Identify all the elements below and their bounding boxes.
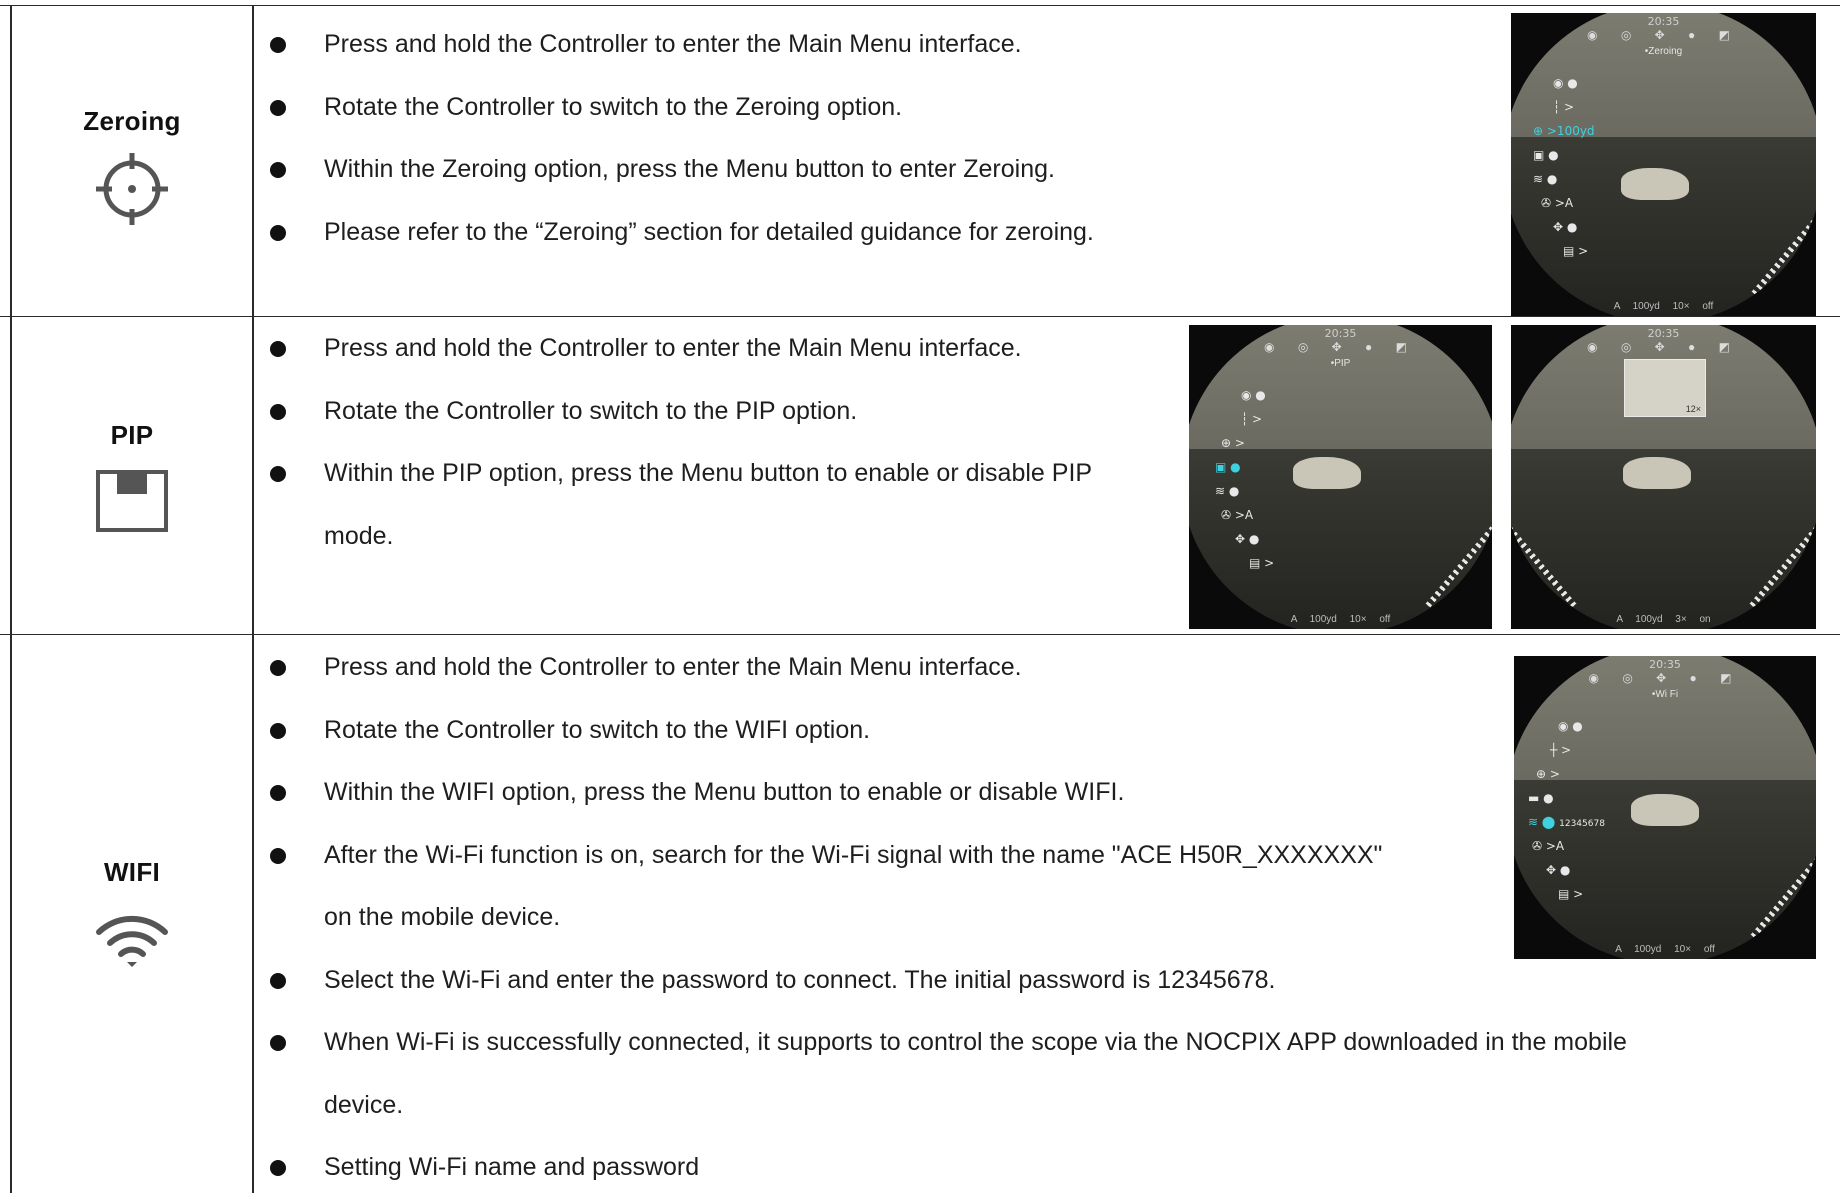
scope-screenshot-wifi: 20:35 ◉ ◎ ✥ ● ◩ •Wi Fi ◉ ● ┼ > ⊕ > ▬ ● ≋…: [1514, 656, 1816, 959]
bullet-dot: [270, 224, 286, 241]
screen-menu: ◉ ● ┼ > ⊕ > ▬ ● ≋ ⬤ 12345678 ✇ >A ✥ ● ▤ …: [1528, 719, 1605, 901]
feature-name: WIFI: [103, 857, 161, 887]
boar-image: [1623, 457, 1691, 489]
list-item-continuation: device.: [324, 1090, 404, 1119]
bullet-dot: [270, 1035, 286, 1051]
boar-image: [1621, 168, 1689, 200]
bullet-list: Press and hold the Controller to enter t…: [268, 317, 1092, 567]
bullet-dot: [270, 660, 286, 676]
screen-time: 20:35: [1649, 658, 1681, 671]
screen-menu-title: •Zeroing: [1644, 46, 1683, 57]
screen-status-icons: ◉ ◎ ✥ ● ◩: [1587, 28, 1740, 42]
bullet-dot: [270, 341, 286, 357]
screen-menu: ◉ ● ┆ > ⊕ > ▣ ● ≋ ● ✇ >A ✥ ● ▤ >: [1215, 388, 1275, 570]
feature-name: Zeroing: [83, 106, 181, 136]
screen-status-icons: ◉ ◎ ✥ ● ◩: [1264, 340, 1417, 354]
table-row-wifi: WIFI Press and hold the Controller to en…: [0, 634, 1840, 1194]
bullet-dot: [270, 466, 286, 482]
screen-menu-title: •PIP: [1330, 358, 1351, 369]
crosshair-icon: [96, 153, 168, 225]
list-item: Rotate the Controller to switch to the P…: [268, 380, 1092, 443]
screen-time: 20:35: [1647, 327, 1680, 340]
list-item: Press and hold the Controller to enter t…: [268, 13, 1094, 76]
bullet-dot: [270, 162, 286, 178]
bullet-dot: [270, 722, 286, 739]
screen-time: 20:35: [1647, 15, 1680, 28]
screen-menu: ◉ ● ┆ > ⊕ >100yd ▣ ● ≋ ● ✇ >A ✥ ● ▤ >: [1533, 76, 1595, 258]
screen-footer: A 100yd 10× off: [1613, 301, 1714, 312]
screen-time: 20:35: [1324, 327, 1357, 340]
screen-status-icons: ◉ ◎ ✥ ● ◩: [1587, 340, 1740, 354]
scope-screenshot-pip-on: 20:35 ◉ ◎ ✥ ● ◩ 12× A 100yd 3× on: [1511, 325, 1816, 629]
list-item: Setting Wi-Fi name and password: [268, 1136, 1840, 1199]
pip-inset-window: 12×: [1624, 359, 1706, 417]
bullet-list: Press and hold the Controller to enter t…: [268, 13, 1094, 263]
feature-cell-wifi: WIFI: [12, 857, 252, 975]
list-item: When Wi-Fi is successfully connected, it…: [268, 1011, 1840, 1074]
bullet-dot: [270, 972, 286, 989]
bullet-dot: [270, 99, 286, 116]
list-item: Press and hold the Controller to enter t…: [268, 317, 1092, 380]
screen-footer: A 100yd 3× on: [1616, 614, 1711, 625]
list-item: Rotate the Controller to switch to the Z…: [268, 76, 1094, 139]
scope-screenshot-pip-menu: 20:35 ◉ ◎ ✥ ● ◩ •PIP ◉ ● ┆ > ⊕ > ▣ ● ≋ ●…: [1189, 325, 1492, 629]
bullet-dot: [270, 37, 286, 53]
screen-menu-title: •Wi Fi: [1651, 689, 1679, 700]
bullet-dot: [270, 785, 286, 801]
list-item: Within the Zeroing option, press the Men…: [268, 138, 1094, 201]
boar-image: [1631, 794, 1699, 826]
list-item: Please refer to the “Zeroing” section fo…: [268, 201, 1094, 264]
table-row-zeroing: Zeroing Press and hold the Controller to…: [0, 5, 1840, 316]
scope-screenshot-zeroing: 20:35 ◉ ◎ ✥ ● ◩ •Zeroing ◉ ● ┆ > ⊕ >100y…: [1511, 13, 1816, 316]
feature-name: PIP: [110, 420, 154, 450]
boar-image: [1293, 457, 1361, 489]
wifi-icon: [96, 915, 168, 967]
bullet-dot: [270, 1160, 286, 1176]
feature-cell-pip: PIP: [12, 420, 252, 538]
pip-icon: [96, 470, 168, 532]
screen-footer: A 100yd 10× off: [1615, 944, 1715, 955]
bullet-dot: [270, 403, 286, 420]
screen-status-icons: ◉ ◎ ✥ ● ◩: [1588, 671, 1742, 685]
list-item: Within the PIP option, press the Menu bu…: [268, 442, 1092, 505]
list-item-continuation: mode.: [324, 521, 394, 550]
feature-cell-zeroing: Zeroing: [12, 106, 252, 234]
table-row-pip: PIP Press and hold the Controller to ent…: [0, 316, 1840, 634]
bullet-dot: [270, 847, 286, 864]
screen-footer: A 100yd 10× off: [1290, 614, 1391, 625]
